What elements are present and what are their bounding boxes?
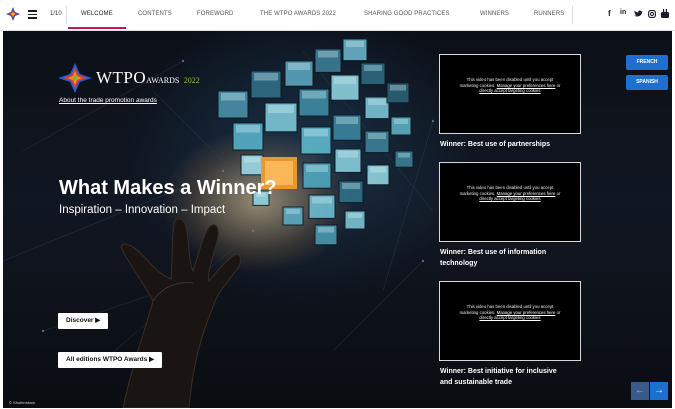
wtpo-logo-icon[interactable] [5,6,21,22]
manage-preferences-link[interactable]: Manage your preferences here [497,83,556,88]
tab-divider [66,6,67,24]
video-caption-1: Winner: Best use of partnerships [440,141,551,148]
decorative-cube-highlight [286,209,300,214]
video-player-3[interactable]: This video has been disabled until you a… [439,281,581,361]
tab-winners[interactable]: WINNERS [480,11,509,17]
decorative-cube-highlight [370,167,386,173]
decorative-cube-highlight [254,73,278,81]
decorative-cube-highlight [318,227,334,233]
tab-wtpo-awards-2022[interactable]: THE WTPO AWARDS 2022 [260,11,336,17]
hero-section: WTPOAWARDS 2022 About the trade promotio… [3,31,672,408]
tab-foreword[interactable]: FOREWORD [197,11,233,17]
brand-suffix: AWARDS [146,76,180,85]
decorative-cube-highlight [268,105,294,113]
video-player-1[interactable]: This video has been disabled until you a… [439,54,581,134]
instagram-icon[interactable] [648,10,656,18]
next-page-arrow-icon[interactable]: → [650,382,668,400]
decorative-cube-highlight [334,77,356,84]
all-editions-button[interactable]: All editions WTPO Awards ▶ [58,352,163,368]
language-french-button[interactable]: FRENCH [626,55,668,70]
brand-year: 2022 [183,76,200,85]
previous-page-arrow-icon[interactable]: ← [631,382,649,400]
discover-button[interactable]: Discover ▶ [58,313,109,329]
video-caption-3: Winner: Best initiative for inclusive an… [440,368,557,386]
decorative-cube-highlight [306,165,328,172]
decorative-cube-highlight [338,151,358,158]
manage-preferences-link[interactable]: Manage your preferences here [497,191,556,196]
facebook-icon[interactable]: f [608,9,611,18]
top-navigation-bar: 1/10 WELCOME CONTENTS FOREWORD THE WTPO … [0,0,675,31]
hero-headline: What Makes a Winner? [59,177,277,199]
decorative-cube-highlight [318,51,338,58]
decorative-cube-highlight [394,119,408,124]
decorative-cube-highlight [368,99,386,105]
tab-welcome[interactable]: WELCOME [81,11,113,17]
decorative-cube-highlight [390,85,406,91]
decorative-cube-highlight [368,133,386,139]
decorative-cube-highlight [244,157,260,163]
tab-divider [572,6,573,24]
decorative-cube-highlight [342,183,360,189]
video-disabled-message: This video has been disabled until you a… [459,77,561,94]
decorative-cube-highlight [364,65,382,71]
decorative-cube-highlight [221,93,245,101]
language-spanish-button[interactable]: SPANISH [626,75,668,90]
wtpo-awards-brand[interactable]: WTPOAWARDS 2022 [58,63,200,98]
video-caption-2: Winner: Best use of information technolo… [440,249,547,267]
linkedin-icon[interactable]: in [620,9,626,16]
page-counter: 1/10 [50,11,62,17]
decorative-cube-highlight [312,197,332,204]
decorative-cube-highlight [288,63,310,70]
video-player-2[interactable]: This video has been disabled until you a… [439,162,581,242]
active-tab-indicator [68,27,126,29]
decorative-cube-highlight [236,125,260,133]
decorative-cube-highlight [302,91,326,99]
decorative-cube-highlight [348,213,362,218]
decorative-cube-highlight [336,117,358,124]
youtube-icon[interactable] [661,9,669,18]
wtpo-awards-logo-icon [58,63,92,93]
video-disabled-message: This video has been disabled until you a… [459,304,561,321]
decorative-cube-highlight [346,41,364,47]
about-awards-link[interactable]: About the trade promotion awards [59,97,157,104]
accept-cookies-link[interactable]: directly accept targeting cookies [479,196,540,201]
brand-name: WTPO [96,68,147,87]
tab-sharing-good-practices[interactable]: SHARING GOOD PRACTICES [364,11,450,17]
tab-contents[interactable]: CONTENTS [138,11,172,17]
tab-runners[interactable]: RUNNERS [534,11,564,17]
hamburger-menu-icon[interactable] [28,10,37,19]
decorative-cube-highlight [398,153,410,158]
manage-preferences-link[interactable]: Manage your preferences here [497,310,556,315]
video-disabled-message: This video has been disabled until you a… [459,185,561,202]
accept-cookies-link[interactable]: directly accept targeting cookies [479,315,540,320]
decorative-cube-highlight [304,129,328,137]
image-credit: © Shutterstock [9,400,36,405]
twitter-icon[interactable] [634,10,643,18]
hero-subline: Inspiration – Innovation – Impact [59,204,226,216]
accept-cookies-link[interactable]: directly accept targeting cookies [479,88,540,93]
